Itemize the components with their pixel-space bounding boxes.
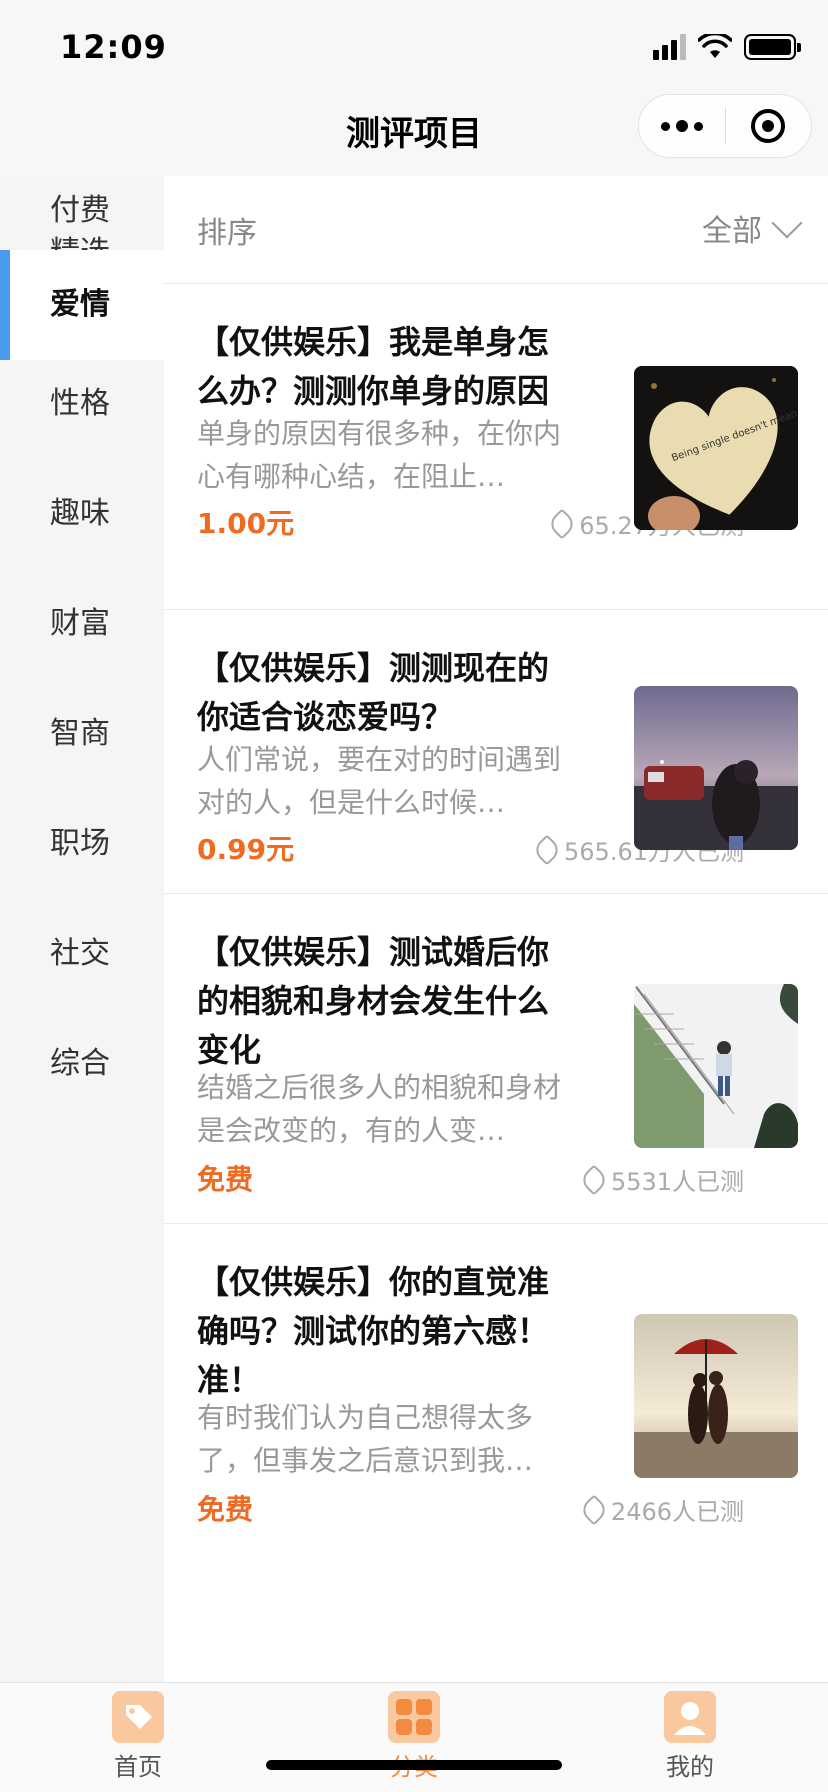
more-menu-button[interactable] xyxy=(639,94,725,158)
filter-dropdown[interactable]: 全部 xyxy=(702,206,803,250)
card-description: 人们常说，要在对的时间遇到对的人，但是什么时候… xyxy=(197,743,562,819)
card-title: 【仅供娱乐】我是单身怎么办？测测你单身的原因 xyxy=(197,323,550,410)
sidebar-item-love[interactable]: 爱情 xyxy=(0,250,164,360)
wifi-icon xyxy=(698,34,732,58)
card-price: 免费 xyxy=(197,1163,254,1196)
sidebar-item-social[interactable]: 社交 xyxy=(0,932,164,976)
sort-bar: 排序 全部 xyxy=(164,176,828,284)
sidebar-item-personality[interactable]: 性格 xyxy=(0,382,164,426)
heart-note-image: Being single doesn't mean you don't know… xyxy=(634,366,798,530)
card-description: 有时我们认为自己想得太多了，但事发之后意识到我… xyxy=(197,1401,534,1477)
card-test-count: 5531人已测 xyxy=(578,1162,744,1197)
card-thumbnail xyxy=(634,686,798,850)
sort-button[interactable]: 排序 xyxy=(197,208,257,252)
card-thumbnail: Being single doesn't mean you don't know… xyxy=(634,366,798,530)
tag-icon xyxy=(531,833,563,866)
nav-bar: 测评项目 xyxy=(0,88,828,176)
girl-stairs-image xyxy=(634,984,798,1148)
couple-train-image xyxy=(634,686,798,850)
count-label: 2466人已测 xyxy=(610,1498,744,1526)
battery-icon xyxy=(744,34,801,60)
card-thumbnail xyxy=(634,984,798,1148)
home-indicator xyxy=(266,1760,562,1770)
sidebar-item-general[interactable]: 综合 xyxy=(0,1042,164,1086)
test-card[interactable]: 【仅供娱乐】我是单身怎么办？测测你单身的原因 单身的原因有很多种，在你内心有哪种… xyxy=(164,284,828,610)
card-thumbnail xyxy=(634,1314,798,1478)
close-miniapp-button[interactable] xyxy=(726,94,812,158)
card-description: 单身的原因有很多种，在你内心有哪种心结，在阻止… xyxy=(197,417,562,493)
miniapp-capsule xyxy=(638,94,812,158)
signal-icon xyxy=(653,34,686,60)
tag-icon xyxy=(112,1691,164,1743)
test-card[interactable]: 【仅供娱乐】测测现在的你适合谈恋爱吗？ 人们常说，要在对的时间遇到对的人，但是什… xyxy=(164,610,828,894)
main-content: 排序 全部 【仅供娱乐】我是单身怎么办？测测你单身的原因 单身的原因有很多种，在… xyxy=(164,176,828,1682)
grid-icon xyxy=(388,1691,440,1743)
bottom-tabbar: 首页 分类 我的 xyxy=(0,1682,828,1792)
test-card[interactable]: 【仅供娱乐】你的直觉准确吗？测试你的第六感！准！ 有时我们认为自己想得太多了，但… xyxy=(164,1224,828,1554)
card-price: 1.00元 xyxy=(197,507,295,540)
tab-home[interactable]: 首页 xyxy=(78,1691,198,1782)
tab-mine[interactable]: 我的 xyxy=(630,1691,750,1782)
count-label: 5531人已测 xyxy=(610,1168,744,1196)
status-bar: 12:09 xyxy=(0,0,828,100)
status-icons xyxy=(653,34,801,60)
sidebar-item-iq[interactable]: 智商 xyxy=(0,712,164,756)
category-sidebar: 付费 精选 爱情 性格 趣味 财富 智商 职场 社交 综合 xyxy=(0,176,164,1682)
card-title: 【仅供娱乐】你的直觉准确吗？测试你的第六感！准！ xyxy=(197,1263,550,1399)
tab-label: 首页 xyxy=(114,1753,162,1781)
sidebar-item-wealth[interactable]: 财富 xyxy=(0,602,164,646)
tag-icon xyxy=(546,507,578,540)
filter-label: 全部 xyxy=(702,214,762,249)
status-time: 12:09 xyxy=(60,28,167,66)
sidebar-item-fun[interactable]: 趣味 xyxy=(0,492,164,536)
target-icon xyxy=(751,109,786,143)
card-title: 【仅供娱乐】测测现在的你适合谈恋爱吗？ xyxy=(197,649,550,736)
card-test-count: 2466人已测 xyxy=(578,1492,744,1527)
tag-icon xyxy=(578,1493,610,1526)
tab-label: 我的 xyxy=(666,1753,714,1781)
beach-umbrella-image xyxy=(634,1314,798,1478)
card-description: 结婚之后很多人的相貌和身材是会改变的，有的人变… xyxy=(197,1071,562,1147)
test-card[interactable]: 【仅供娱乐】测试婚后你的相貌和身材会发生什么变化 结婚之后很多人的相貌和身材是会… xyxy=(164,894,828,1224)
card-title: 【仅供娱乐】测试婚后你的相貌和身材会发生什么变化 xyxy=(197,933,550,1069)
chevron-down-icon xyxy=(771,207,803,239)
tag-icon xyxy=(578,1163,610,1196)
card-price: 免费 xyxy=(197,1493,254,1526)
card-price: 0.99元 xyxy=(197,833,295,866)
sidebar-item-career[interactable]: 职场 xyxy=(0,822,164,866)
user-icon xyxy=(664,1691,716,1743)
